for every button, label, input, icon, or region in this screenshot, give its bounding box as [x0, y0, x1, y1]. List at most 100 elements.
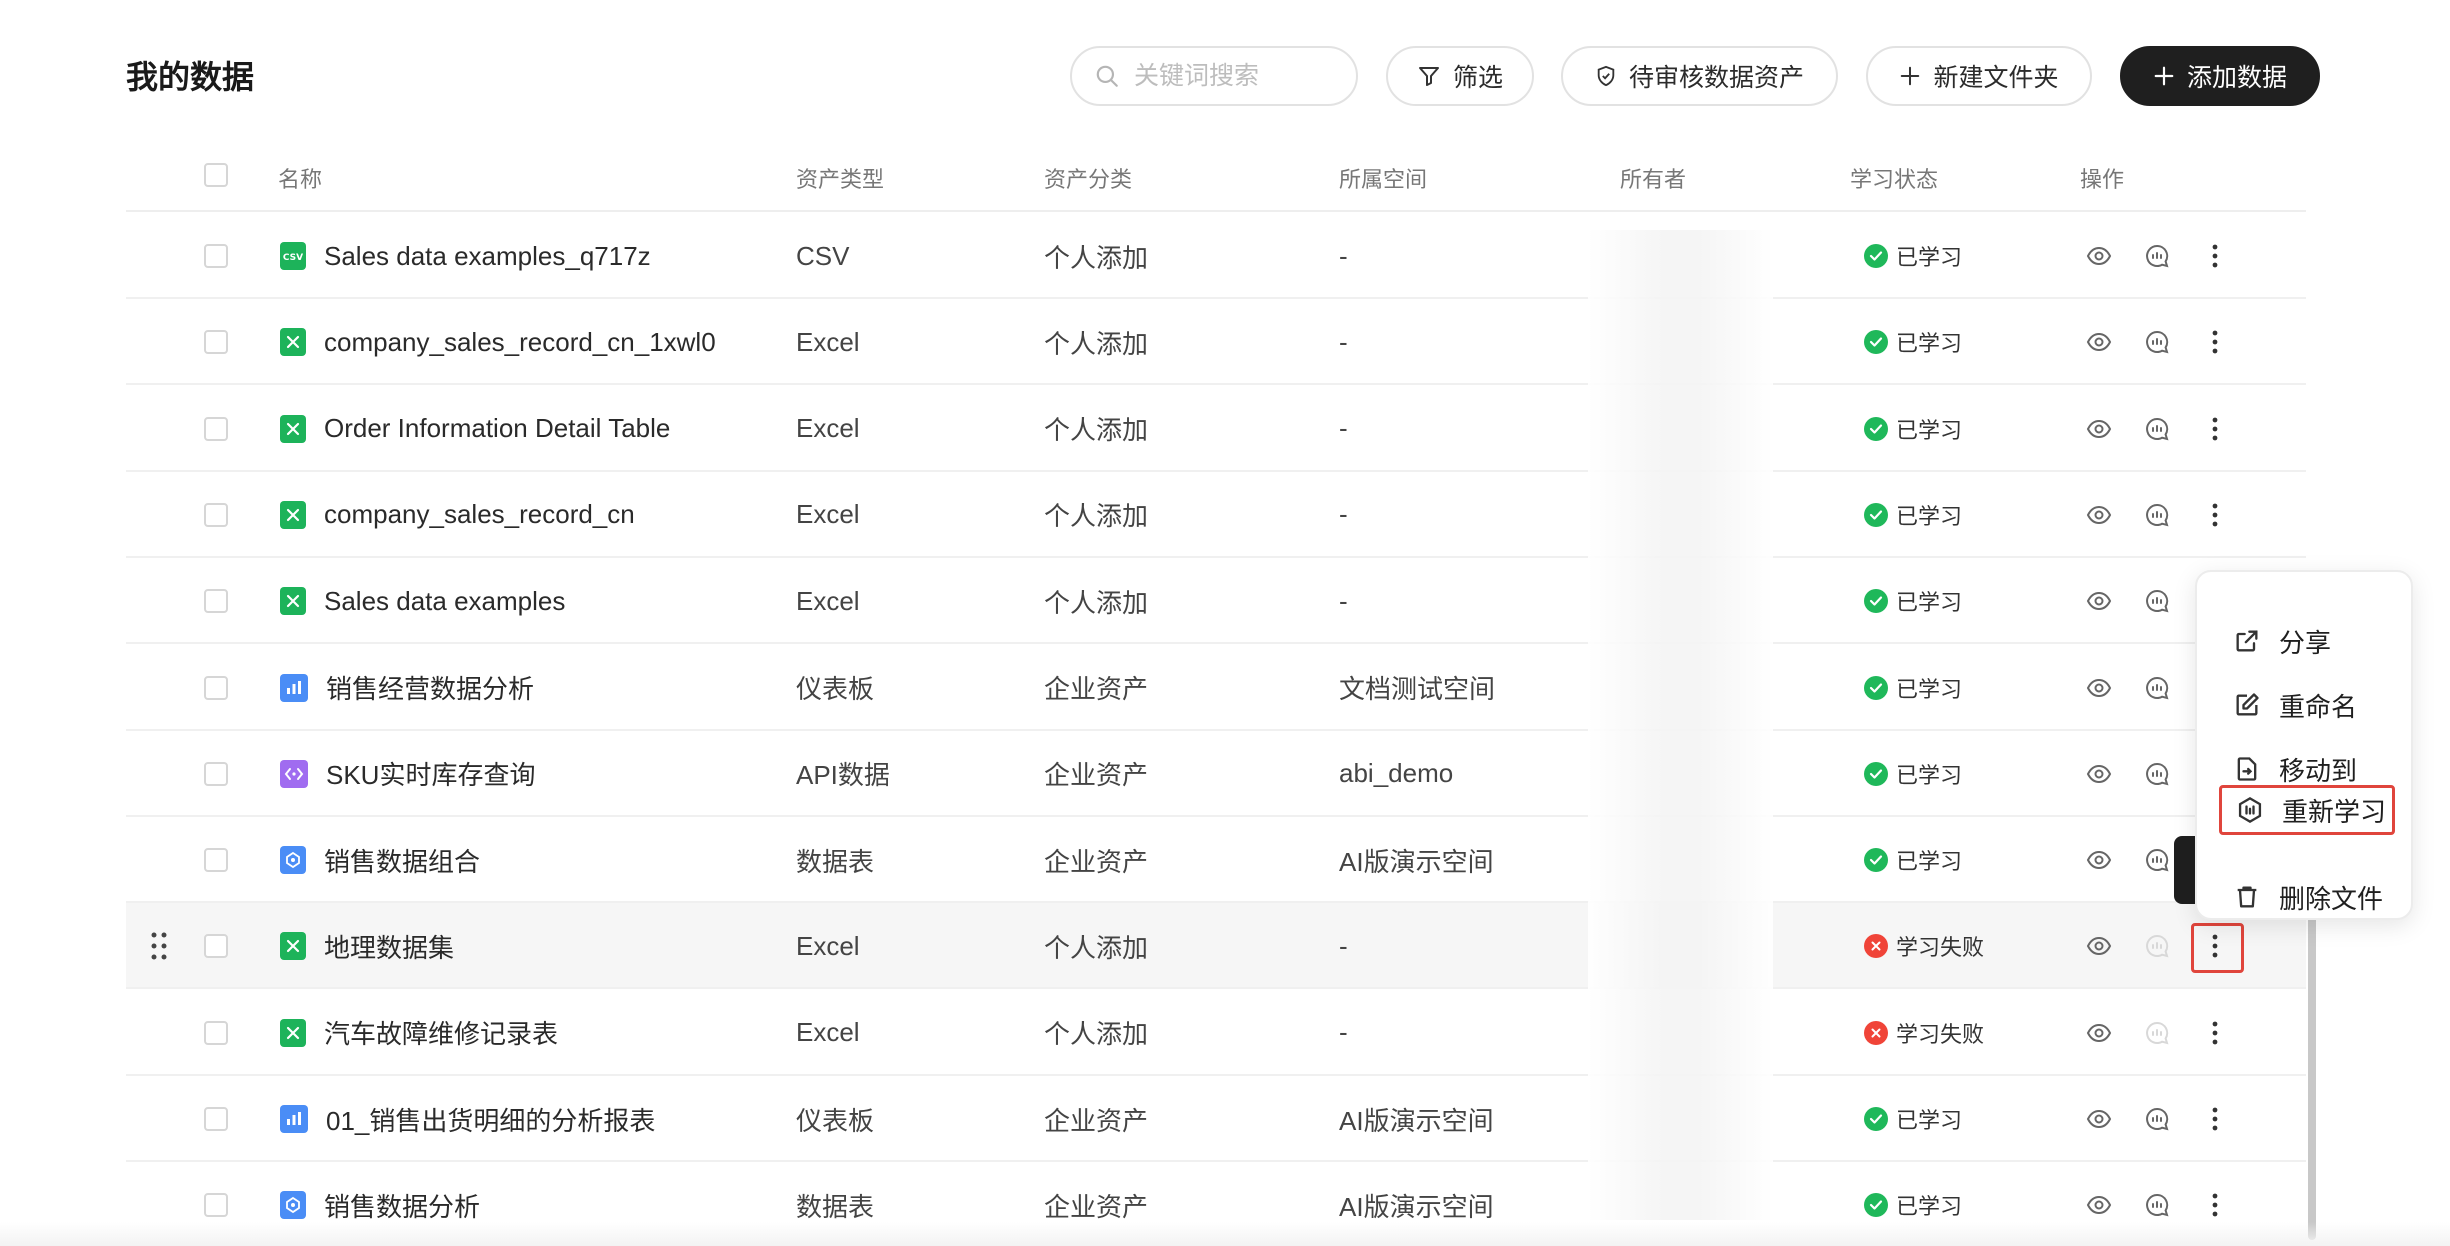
- row-checkbox[interactable]: [204, 244, 228, 268]
- search-input[interactable]: [1134, 61, 1354, 91]
- table-row[interactable]: company_sales_record_cn_1xwl0 Excel 个人添加…: [126, 299, 2306, 386]
- row-status: 学习失败: [1864, 903, 1984, 989]
- view-icon[interactable]: [2084, 241, 2114, 271]
- more-icon[interactable]: [2200, 500, 2230, 530]
- chat-icon[interactable]: [2142, 414, 2172, 444]
- row-checkbox[interactable]: [204, 330, 228, 355]
- chat-icon[interactable]: [2142, 1104, 2172, 1134]
- chat-icon[interactable]: [2142, 241, 2172, 271]
- filter-icon: [1418, 67, 1439, 86]
- row-name[interactable]: company_sales_record_cn: [280, 472, 635, 558]
- table-row[interactable]: 汽车故障维修记录表 Excel 个人添加 - 学习失败: [126, 990, 2306, 1076]
- chat-icon[interactable]: [2142, 1190, 2172, 1220]
- add-data-button[interactable]: 添加数据: [2120, 46, 2320, 106]
- table-row[interactable]: SKU实时库存查询 API数据 企业资产 abi_demo 已学习: [126, 731, 2306, 817]
- header-name[interactable]: 名称: [278, 162, 322, 194]
- table-row[interactable]: 01_销售出货明细的分析报表 仪表板 企业资产 AI版演示空间 已学习: [126, 1076, 2306, 1162]
- row-status: 已学习: [1864, 213, 1962, 299]
- search-box[interactable]: [1070, 46, 1358, 106]
- view-icon[interactable]: [2084, 1018, 2114, 1048]
- row-checkbox[interactable]: [204, 1193, 228, 1218]
- menu-item-relearn-label: 重新学习: [2282, 796, 2387, 827]
- view-icon[interactable]: [2084, 673, 2114, 703]
- new-folder-label: 新建文件夹: [1933, 64, 2059, 92]
- filter-button[interactable]: 筛选: [1386, 46, 1534, 106]
- chat-icon[interactable]: [2142, 673, 2172, 703]
- header-space[interactable]: 所属空间: [1339, 162, 1427, 194]
- row-status-text: 已学习: [1896, 849, 1963, 875]
- table-row[interactable]: 销售经营数据分析 仪表板 企业资产 文档测试空间 已学习: [126, 645, 2306, 731]
- row-checkbox[interactable]: [204, 502, 228, 527]
- menu-item-relearn[interactable]: 重新学习: [2219, 785, 2395, 835]
- chat-icon[interactable]: [2142, 1018, 2172, 1048]
- view-icon[interactable]: [2084, 586, 2114, 616]
- row-checkbox[interactable]: [204, 589, 228, 614]
- menu-item-rename[interactable]: 重命名: [2233, 680, 2357, 730]
- plus-icon: [1901, 66, 1920, 86]
- table-row[interactable]: CSV Sales data examples_q717z CSV 个人添加 - …: [126, 213, 2306, 299]
- row-status-text: 已学习: [1896, 590, 1963, 616]
- select-all-checkbox[interactable]: [204, 163, 228, 187]
- row-name[interactable]: 销售经营数据分析: [280, 645, 534, 731]
- row-category: 个人添加: [1044, 415, 1149, 446]
- view-icon[interactable]: [2084, 759, 2114, 789]
- chat-icon[interactable]: [2142, 500, 2172, 530]
- table-row[interactable]: 地理数据集 Excel 个人添加 - 学习失败: [126, 903, 2306, 990]
- check-icon: [1864, 330, 1888, 355]
- row-checkbox[interactable]: [204, 1107, 228, 1131]
- view-icon[interactable]: [2084, 500, 2114, 530]
- row-checkbox[interactable]: [204, 934, 228, 959]
- row-name[interactable]: Sales data examples: [280, 558, 565, 644]
- more-icon[interactable]: [2200, 1190, 2230, 1220]
- excel-icon: [280, 414, 306, 443]
- chat-icon[interactable]: [2142, 931, 2172, 961]
- row-checkbox[interactable]: [204, 416, 228, 441]
- view-icon[interactable]: [2084, 327, 2114, 357]
- row-name[interactable]: 01_销售出货明细的分析报表: [280, 1076, 655, 1162]
- row-name[interactable]: CSV Sales data examples_q717z: [280, 213, 651, 299]
- chat-icon[interactable]: [2142, 759, 2172, 789]
- row-name[interactable]: 销售数据组合: [280, 817, 480, 903]
- table-row[interactable]: 销售数据组合 数据表 企业资产 AI版演示空间 已学习: [126, 817, 2306, 904]
- view-icon[interactable]: [2084, 1104, 2114, 1134]
- table-row[interactable]: Sales data examples Excel 个人添加 - 已学习: [126, 558, 2306, 645]
- table-row[interactable]: Order Information Detail Table Excel 个人添…: [126, 386, 2306, 472]
- row-checkbox[interactable]: [204, 761, 228, 786]
- row-name[interactable]: company_sales_record_cn_1xwl0: [280, 299, 716, 385]
- menu-item-delete[interactable]: 删除文件: [2233, 872, 2383, 922]
- more-icon[interactable]: [2200, 414, 2230, 444]
- excel-icon: [280, 500, 306, 529]
- row-checkbox[interactable]: [204, 675, 228, 700]
- menu-item-share[interactable]: 分享: [2233, 616, 2331, 666]
- excel-icon: [280, 587, 306, 616]
- header-asset-type[interactable]: 资产类型: [796, 162, 884, 194]
- more-icon[interactable]: [2200, 241, 2230, 271]
- header-status[interactable]: 学习状态: [1850, 162, 1938, 194]
- row-checkbox[interactable]: [204, 1020, 228, 1045]
- more-icon[interactable]: [2200, 1104, 2230, 1134]
- header-owner[interactable]: 所有者: [1620, 162, 1686, 194]
- row-name[interactable]: 地理数据集: [280, 903, 454, 989]
- more-icon[interactable]: [2200, 327, 2230, 357]
- pending-assets-button[interactable]: 待审核数据资产: [1561, 46, 1838, 106]
- menu-item-share-label: 分享: [2279, 627, 2332, 658]
- row-name[interactable]: 汽车故障维修记录表: [280, 990, 558, 1076]
- table-row[interactable]: company_sales_record_cn Excel 个人添加 - 已学习: [126, 472, 2306, 558]
- chat-icon[interactable]: [2142, 586, 2172, 616]
- view-icon[interactable]: [2084, 414, 2114, 444]
- view-icon[interactable]: [2084, 845, 2114, 875]
- drag-handle-icon[interactable]: [150, 931, 168, 961]
- chat-icon[interactable]: [2142, 327, 2172, 357]
- excel-icon: [280, 932, 306, 961]
- chat-icon[interactable]: [2142, 845, 2172, 875]
- new-folder-button[interactable]: 新建文件夹: [1866, 46, 2092, 106]
- row-checkbox[interactable]: [204, 848, 228, 873]
- more-icon[interactable]: [2200, 1018, 2230, 1048]
- view-icon[interactable]: [2084, 931, 2114, 961]
- row-name[interactable]: Order Information Detail Table: [280, 386, 670, 472]
- svg-text:CSV: CSV: [283, 253, 303, 263]
- view-icon[interactable]: [2084, 1190, 2114, 1220]
- row-name[interactable]: SKU实时库存查询: [280, 731, 535, 817]
- header-category[interactable]: 资产分类: [1044, 162, 1132, 194]
- row-space: -: [1339, 413, 1348, 444]
